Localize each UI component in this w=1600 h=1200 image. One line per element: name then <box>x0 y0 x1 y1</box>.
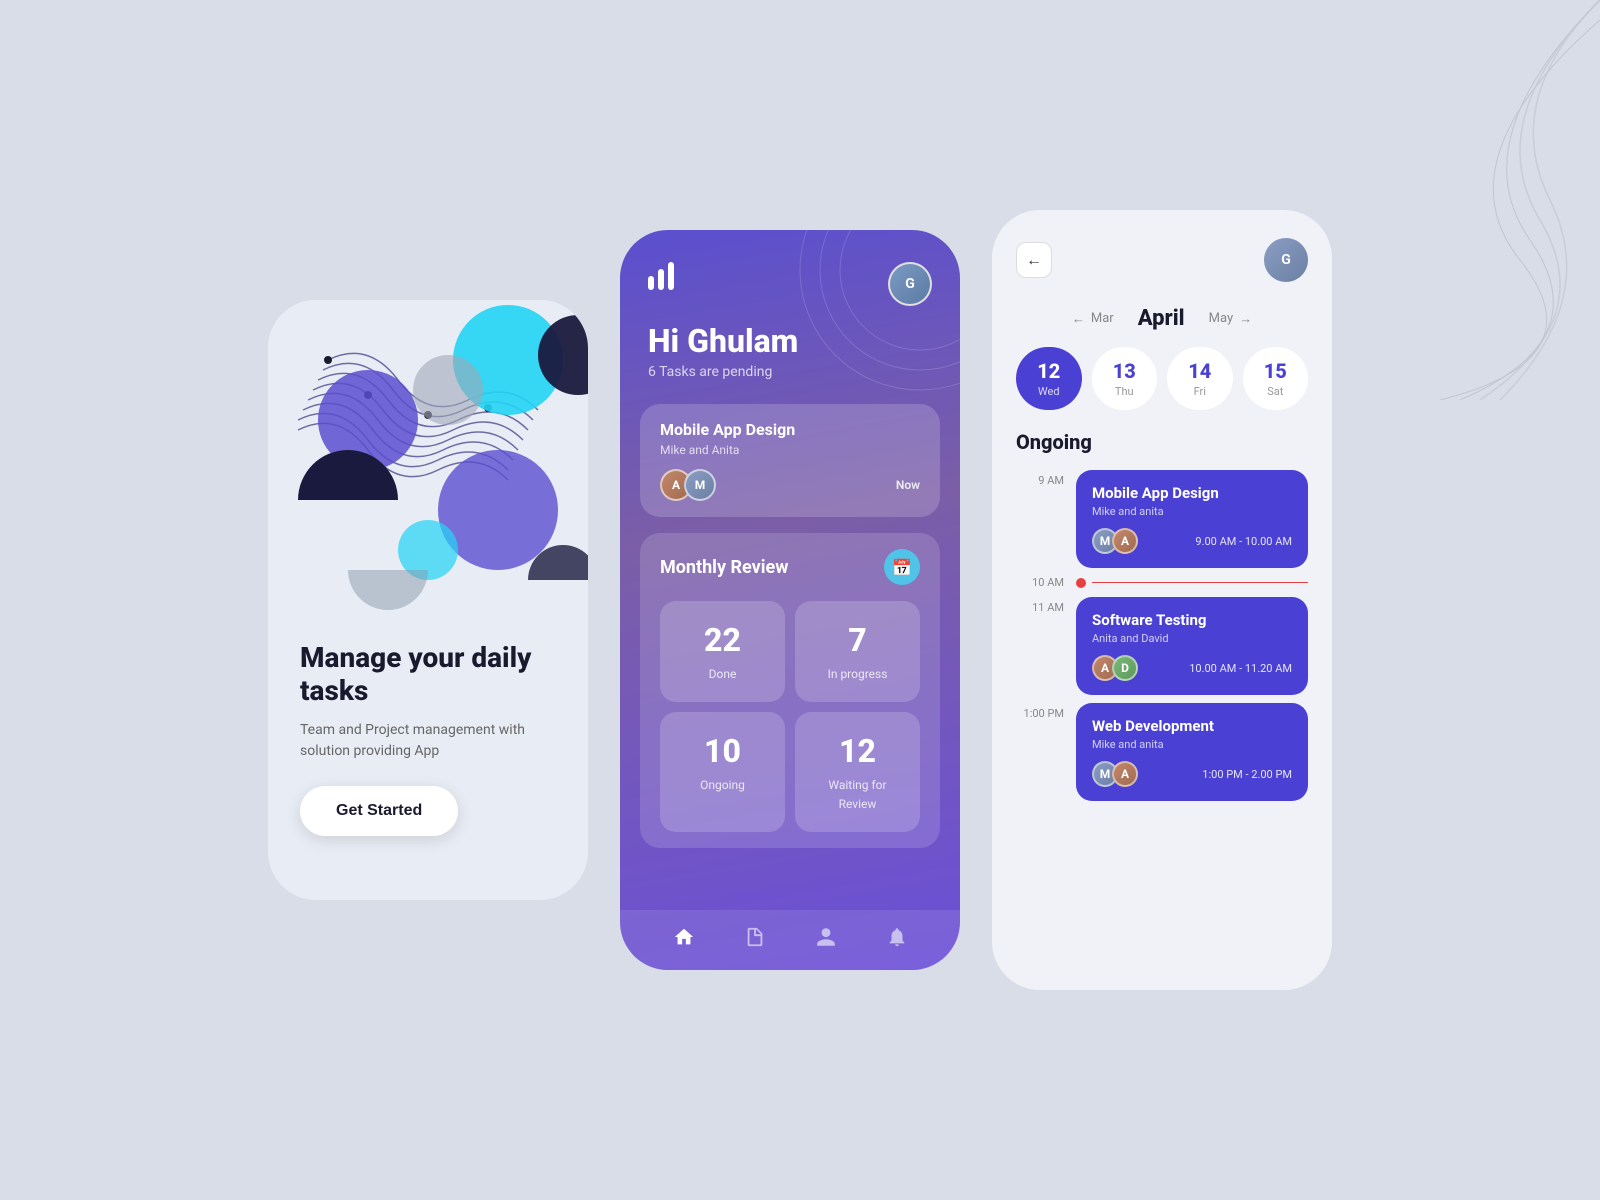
event-2-avatars: A D <box>1092 655 1132 681</box>
time-indicator: 10 AM <box>1016 576 1308 589</box>
nav-files[interactable] <box>744 926 766 954</box>
date-13-day: Thu <box>1100 385 1150 398</box>
nav-notifications[interactable] <box>886 926 908 954</box>
stat-done-label: Done <box>709 667 737 681</box>
prev-month-label: Mar <box>1091 311 1114 326</box>
nav-profile[interactable] <box>815 926 837 954</box>
event-1-title: Mobile App Design <box>1092 484 1292 502</box>
stat-ongoing-label: Ongoing <box>700 778 745 792</box>
event-3-time: 1:00 PM - 2.00 PM <box>1202 768 1292 781</box>
event-row-1: 9 AM Mobile App Design Mike and anita M … <box>1016 470 1308 568</box>
bottom-nav <box>620 910 960 970</box>
get-started-button[interactable]: Get Started <box>300 786 458 836</box>
time-label-1pm: 1:00 PM <box>1016 703 1064 720</box>
time-line <box>1092 582 1308 583</box>
event-1-avatar-anita: A <box>1112 528 1138 554</box>
monthly-title: Monthly Review <box>660 557 788 578</box>
event-2-time: 10.00 AM - 11.20 AM <box>1189 662 1292 675</box>
time-dot <box>1076 578 1086 588</box>
dash-bg-decoration <box>760 230 960 430</box>
task-footer: A M Now <box>660 469 920 501</box>
date-13-num: 13 <box>1100 359 1150 383</box>
event-1-footer: M A 9.00 AM - 10.00 AM <box>1092 528 1292 554</box>
task-avatars: A M <box>660 469 708 501</box>
event-2-sub: Anita and David <box>1092 632 1292 645</box>
event-1-time: 9.00 AM - 10.00 AM <box>1195 535 1292 548</box>
cal-avatar-img: G <box>1264 238 1308 282</box>
dashboard-card: G Hi Ghulam 6 Tasks are pending Mobile A… <box>620 230 960 970</box>
dash-logo <box>648 262 684 297</box>
date-12[interactable]: 12 Wed <box>1016 347 1082 410</box>
time-label-9am: 9 AM <box>1016 470 1064 487</box>
calendar-card: ← G ← Mar April May → 12 Wed 13 Thu 14 F… <box>992 210 1332 990</box>
event-software-testing[interactable]: Software Testing Anita and David A D 10.… <box>1076 597 1308 695</box>
event-3-sub: Mike and anita <box>1092 738 1292 751</box>
event-mobile-app-design[interactable]: Mobile App Design Mike and anita M A 9.0… <box>1076 470 1308 568</box>
stat-waiting-label: Waiting for Review <box>828 778 886 811</box>
cal-user-avatar: G <box>1264 238 1308 282</box>
date-14[interactable]: 14 Fri <box>1167 347 1233 410</box>
date-15-num: 15 <box>1251 359 1301 383</box>
onboard-subtitle: Team and Project management with solutio… <box>300 720 556 762</box>
stat-waiting-number: 12 <box>811 732 904 770</box>
ongoing-section: Ongoing 9 AM Mobile App Design Mike and … <box>992 430 1332 990</box>
monthly-review-section: Monthly Review 📅 22 Done 7 In progress 1… <box>640 533 940 848</box>
avatar-mike: M <box>684 469 716 501</box>
stat-waiting: 12 Waiting for Review <box>795 712 920 832</box>
ongoing-title: Ongoing <box>1016 430 1308 454</box>
next-month-button[interactable]: May → <box>1209 311 1252 327</box>
time-label-11am: 11 AM <box>1016 597 1064 614</box>
current-month: April <box>1138 306 1185 331</box>
event-3-title: Web Development <box>1092 717 1292 735</box>
onboard-title: Manage your daily tasks <box>300 641 556 708</box>
event-web-development[interactable]: Web Development Mike and anita M A 1:00 … <box>1076 703 1308 801</box>
date-15-day: Sat <box>1251 385 1301 398</box>
date-14-num: 14 <box>1175 359 1225 383</box>
event-1-avatars: M A <box>1092 528 1132 554</box>
back-button[interactable]: ← <box>1016 242 1052 278</box>
event-2-avatar-david: D <box>1112 655 1138 681</box>
stat-ongoing: 10 Ongoing <box>660 712 785 832</box>
stat-inprogress: 7 In progress <box>795 601 920 702</box>
date-12-day: Wed <box>1024 385 1074 398</box>
date-15[interactable]: 15 Sat <box>1243 347 1309 410</box>
next-month-label: May <box>1209 311 1233 326</box>
date-row: 12 Wed 13 Thu 14 Fri 15 Sat <box>992 347 1332 430</box>
event-1-sub: Mike and anita <box>1092 505 1292 518</box>
task-subtitle: Mike and Anita <box>660 443 920 457</box>
stat-done-number: 22 <box>676 621 769 659</box>
onboarding-card: Manage your daily tasks Team and Project… <box>268 300 588 900</box>
stat-ongoing-number: 10 <box>676 732 769 770</box>
event-3-footer: M A 1:00 PM - 2.00 PM <box>1092 761 1292 787</box>
prev-month-button[interactable]: ← Mar <box>1072 311 1114 327</box>
art-section <box>268 300 588 617</box>
event-row-2: 11 AM Software Testing Anita and David A… <box>1016 597 1308 695</box>
time-indicator-line <box>1076 578 1308 588</box>
timeline: 9 AM Mobile App Design Mike and anita M … <box>1016 470 1308 809</box>
nav-home[interactable] <box>673 926 695 954</box>
stat-inprogress-number: 7 <box>811 621 904 659</box>
monthly-header: Monthly Review 📅 <box>660 549 920 585</box>
stat-inprogress-label: In progress <box>828 667 888 681</box>
event-3-avatars: M A <box>1092 761 1132 787</box>
date-14-day: Fri <box>1175 385 1225 398</box>
event-row-3: 1:00 PM Web Development Mike and anita M… <box>1016 703 1308 801</box>
calendar-icon-button[interactable]: 📅 <box>884 549 920 585</box>
date-12-num: 12 <box>1024 359 1074 383</box>
stat-done: 22 Done <box>660 601 785 702</box>
cal-header: ← G <box>992 210 1332 298</box>
time-indicator-label: 10 AM <box>1016 576 1064 589</box>
task-time: Now <box>896 478 920 492</box>
event-2-title: Software Testing <box>1092 611 1292 629</box>
onboard-text-section: Manage your daily tasks Team and Project… <box>268 617 588 860</box>
month-nav: ← Mar April May → <box>992 298 1332 347</box>
stats-grid: 22 Done 7 In progress 10 Ongoing 12 Wait… <box>660 601 920 832</box>
event-2-footer: A D 10.00 AM - 11.20 AM <box>1092 655 1292 681</box>
date-13[interactable]: 13 Thu <box>1092 347 1158 410</box>
event-3-avatar-anita: A <box>1112 761 1138 787</box>
